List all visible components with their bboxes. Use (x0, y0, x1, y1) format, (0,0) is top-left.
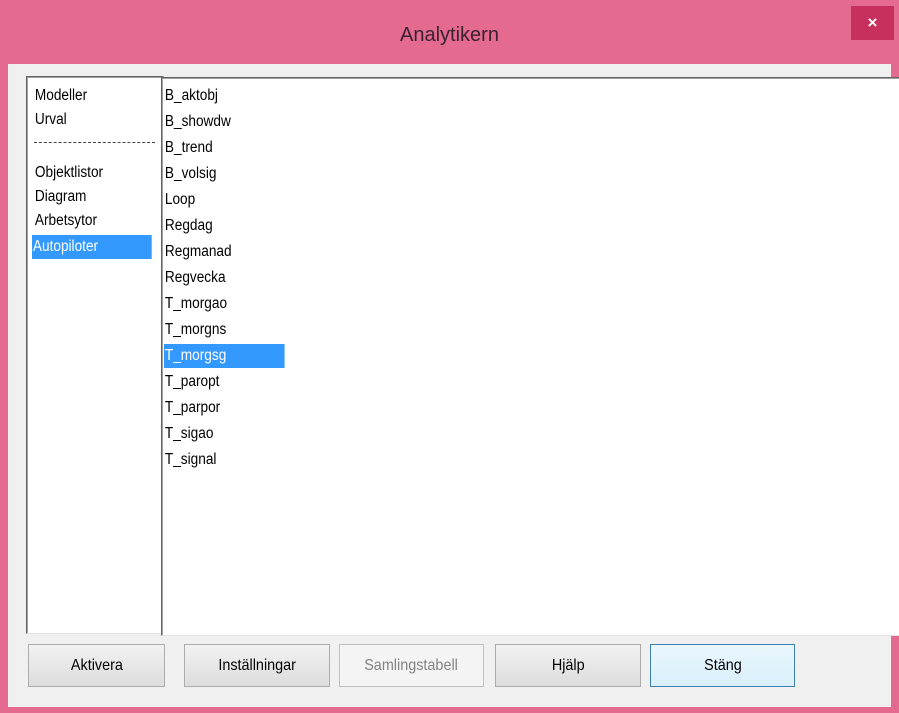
close-icon: × (867, 13, 878, 32)
category-item-urval[interactable]: Urval (34, 108, 67, 132)
entry-item[interactable]: B_volsig (164, 162, 217, 186)
entry-item[interactable]: B_trend (164, 136, 213, 160)
category-item-objektlistor[interactable]: Objektlistor (34, 161, 103, 185)
entry-item[interactable]: Loop (164, 188, 195, 212)
title-bar[interactable]: Analytikern × (0, 0, 899, 64)
category-item-autopiloter[interactable]: Autopiloter (32, 235, 152, 259)
entry-item-selected[interactable]: T_morgsg (164, 344, 285, 368)
settings-button-label: Inställningar (218, 656, 296, 674)
entry-item[interactable]: B_showdw (164, 110, 231, 134)
entry-item[interactable]: Regdag (164, 214, 213, 238)
analytikern-window: Analytikern × Modeller Urval Objektlisto… (0, 0, 899, 713)
category-item-modeller[interactable]: Modeller (34, 84, 87, 108)
entry-item[interactable]: T_morgns (164, 318, 226, 342)
window-title: Analytikern (400, 24, 499, 46)
category-separator (34, 142, 155, 143)
dialog-body: Modeller Urval Objektlistor Diagram Arbe… (8, 64, 899, 707)
entry-item[interactable]: Regmanad (164, 240, 232, 264)
collection-table-button-label: Samlingstabell (364, 656, 459, 674)
entry-list[interactable]: B_aktobj B_showdw B_trend B_volsig Loop … (161, 77, 899, 636)
entry-item[interactable]: T_sigao (164, 422, 214, 446)
activate-button-label: Aktivera (70, 656, 123, 674)
entry-item[interactable]: T_morgao (164, 292, 227, 316)
entry-item[interactable]: T_signal (164, 448, 217, 472)
category-list[interactable]: Modeller Urval Objektlistor Diagram Arbe… (26, 76, 164, 634)
close-button-label: Stäng (703, 656, 742, 674)
close-button[interactable]: Stäng (650, 644, 795, 687)
settings-button[interactable]: Inställningar (184, 644, 330, 687)
entry-item[interactable]: B_aktobj (164, 84, 218, 108)
entry-item[interactable]: T_paropt (164, 370, 220, 394)
activate-button[interactable]: Aktivera (28, 644, 165, 687)
collection-table-button: Samlingstabell (339, 644, 484, 687)
category-item-diagram[interactable]: Diagram (34, 185, 87, 209)
category-item-arbetsytor[interactable]: Arbetsytor (34, 209, 97, 233)
help-button-label: Hjälp (551, 656, 585, 674)
close-window-button[interactable]: × (851, 6, 894, 40)
entry-item[interactable]: Regvecka (164, 266, 226, 290)
entry-item[interactable]: T_parpor (164, 396, 220, 420)
help-button[interactable]: Hjälp (495, 644, 641, 687)
